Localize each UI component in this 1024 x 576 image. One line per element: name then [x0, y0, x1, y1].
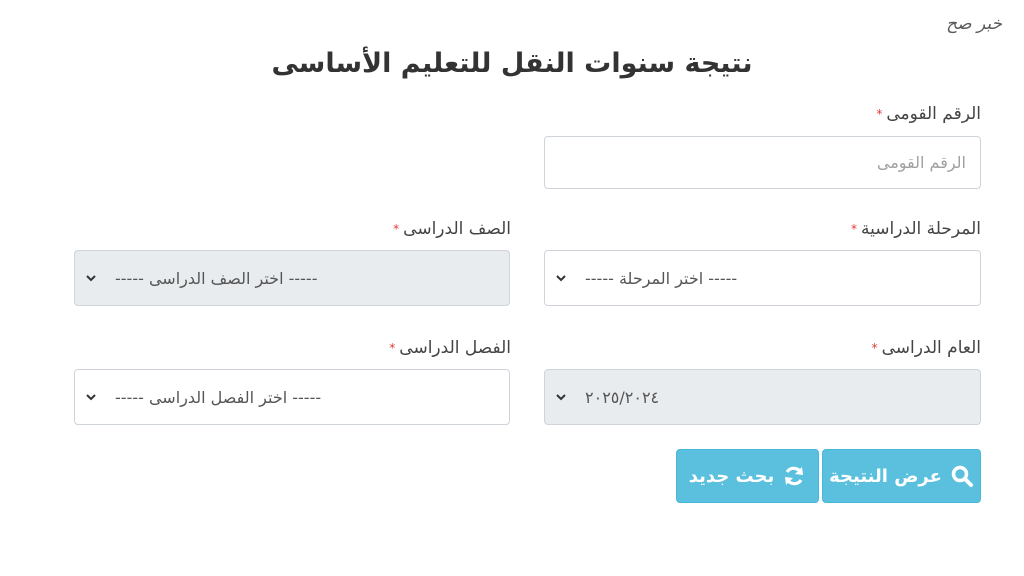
stage-selected-value: ----- اختر المرحلة -----: [585, 268, 738, 288]
grade-label: الصف الدراسى*: [393, 219, 511, 239]
national-id-label: الرقم القومى*: [876, 104, 981, 124]
grade-selected-value: ----- اختر الصف الدراسى -----: [115, 268, 318, 288]
show-result-button[interactable]: عرض النتيجة: [822, 449, 981, 503]
required-marker: *: [850, 222, 857, 236]
term-label: الفصل الدراسى*: [389, 338, 511, 358]
stage-select[interactable]: ----- اختر المرحلة -----: [544, 250, 981, 306]
national-id-field[interactable]: الرقم القومى: [544, 136, 981, 189]
national-id-placeholder: الرقم القومى: [876, 153, 966, 172]
stage-label: المرحلة الدراسية*: [851, 219, 981, 239]
refresh-icon: [785, 466, 804, 486]
required-marker: *: [389, 341, 396, 355]
year-label: العام الدراسى*: [872, 338, 981, 358]
required-marker: *: [876, 107, 883, 121]
year-select[interactable]: ٢٠٢٥/٢٠٢٤: [544, 369, 981, 425]
stage-label-text: المرحلة الدراسية: [860, 219, 981, 239]
chevron-down-icon: [86, 394, 96, 401]
search-icon: [951, 465, 973, 487]
new-search-button[interactable]: بحث جديد: [676, 449, 819, 503]
grade-select[interactable]: ----- اختر الصف الدراسى -----: [74, 250, 510, 306]
term-label-text: الفصل الدراسى: [399, 338, 511, 358]
page-title: نتيجة سنوات النقل للتعليم الأساسى: [271, 48, 753, 79]
year-label-text: العام الدراسى: [881, 338, 981, 358]
year-selected-value: ٢٠٢٥/٢٠٢٤: [585, 387, 660, 407]
chevron-down-icon: [556, 275, 566, 282]
required-marker: *: [871, 341, 878, 355]
grade-label-text: الصف الدراسى: [403, 219, 511, 239]
required-marker: *: [393, 222, 400, 236]
show-result-label: عرض النتيجة: [829, 465, 942, 487]
national-id-label-text: الرقم القومى: [886, 104, 981, 124]
chevron-down-icon: [86, 275, 96, 282]
term-selected-value: ----- اختر الفصل الدراسى -----: [115, 387, 322, 407]
term-select[interactable]: ----- اختر الفصل الدراسى -----: [74, 369, 510, 425]
chevron-down-icon: [556, 394, 566, 401]
watermark-logo: خبر صح: [946, 14, 1002, 34]
new-search-label: بحث جديد: [688, 465, 775, 487]
